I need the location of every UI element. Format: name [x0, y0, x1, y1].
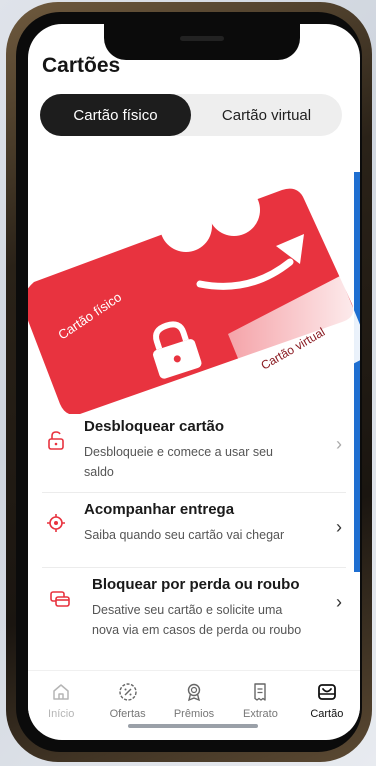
- block-card-icon: [50, 591, 70, 607]
- home-indicator[interactable]: [128, 724, 258, 728]
- action-description: Saiba quando seu cartão vai chegar: [84, 528, 285, 542]
- chevron-right-icon: ›: [336, 592, 342, 612]
- action-title: Desbloquear cartão: [84, 418, 225, 435]
- nav-card[interactable]: Cartão: [294, 671, 360, 731]
- nav-statement[interactable]: Extrato: [227, 671, 293, 731]
- card-wallet-icon: [317, 684, 336, 700]
- logo-dot-left: [160, 200, 212, 252]
- home-icon: [53, 684, 69, 700]
- action-description: Desbloqueie e comece a usar seu saldo: [84, 445, 274, 479]
- card-illustration: Cartão físico Cartão virtual: [28, 154, 360, 415]
- card-actions-list: Desbloquear cartão Desbloqueie e comece …: [28, 410, 360, 650]
- bottom-navigation: Início Ofertas Prêmios Extrato Cartão: [28, 670, 360, 731]
- nav-label: Início: [48, 708, 75, 720]
- page-title: Cartões: [42, 54, 121, 77]
- nav-offers[interactable]: Ofertas: [94, 671, 160, 731]
- nav-label: Ofertas: [109, 708, 146, 720]
- action-title: Acompanhar entrega: [84, 501, 235, 518]
- earpiece: [180, 36, 224, 41]
- app-screen: Cartões Cartão físico Cartão virtual Car…: [28, 24, 360, 740]
- action-title: Bloquear por perda ou roubo: [92, 576, 300, 593]
- nav-label: Cartão: [310, 708, 344, 720]
- receipt-icon: [254, 683, 267, 701]
- action-track-delivery[interactable]: Acompanhar entrega Saiba quando seu cart…: [42, 493, 346, 568]
- tab-physical-card[interactable]: Cartão físico: [40, 94, 191, 136]
- phone-notch: [104, 24, 300, 60]
- chevron-right-icon: ›: [336, 434, 342, 454]
- card-illustration-svg: Cartão físico Cartão virtual: [28, 184, 360, 415]
- unlock-icon: [48, 431, 64, 450]
- tab-virtual-card[interactable]: Cartão virtual: [191, 94, 342, 136]
- chevron-right-icon: ›: [336, 517, 342, 537]
- medal-icon: [187, 683, 201, 702]
- action-unlock-card[interactable]: Desbloquear cartão Desbloqueie e comece …: [42, 410, 346, 493]
- nav-home[interactable]: Início: [28, 671, 94, 731]
- location-target-icon: [47, 514, 65, 532]
- nav-label: Prêmios: [173, 708, 215, 720]
- logo-dot-right: [208, 184, 260, 236]
- action-block-card[interactable]: Bloquear por perda ou roubo Desative seu…: [42, 568, 346, 650]
- action-description: Desative seu cartão e solicite uma nova …: [92, 603, 302, 637]
- nav-prizes[interactable]: Prêmios: [161, 671, 227, 731]
- nav-label: Extrato: [242, 708, 278, 720]
- phone-frame: Cartões Cartão físico Cartão virtual Car…: [6, 2, 372, 762]
- percent-badge-icon: [118, 683, 137, 701]
- card-type-tabs: Cartão físico Cartão virtual: [40, 94, 342, 136]
